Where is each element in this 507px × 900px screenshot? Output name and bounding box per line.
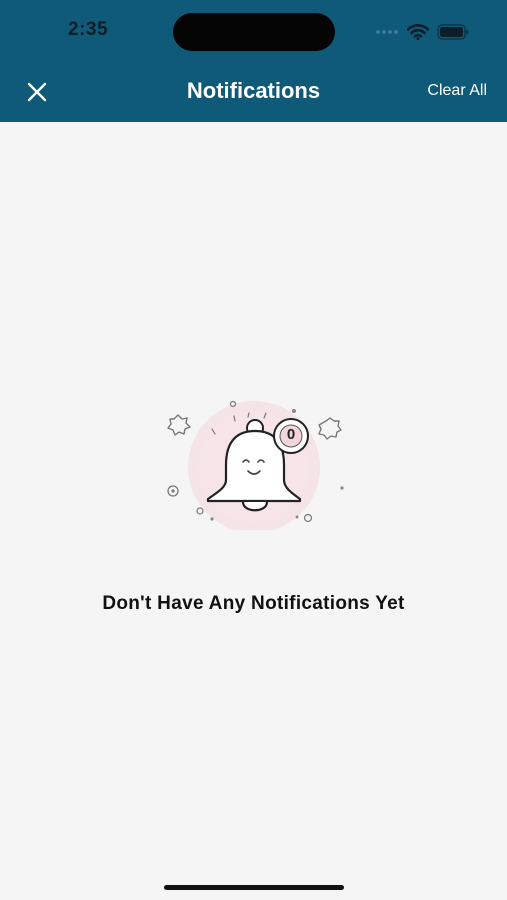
status-bar: 2:35 [0,0,507,62]
close-icon [27,82,47,102]
bell-icon [167,400,344,533]
status-time: 2:35 [68,19,109,40]
close-button[interactable] [20,75,54,109]
system-icons [375,22,469,42]
dynamic-island [173,13,335,51]
clear-all-button[interactable]: Clear All [427,82,487,100]
wifi-icon [407,24,429,40]
empty-state-message: Don't Have Any Notifications Yet [102,593,405,614]
battery-icon [437,24,468,40]
empty-state-illustration: 0 [160,395,350,533]
cellular-signal-icon [376,30,398,34]
home-indicator[interactable] [164,885,344,890]
app-header: 2:35 Notifications Clear All [0,0,507,122]
badge-count: 0 [286,426,296,443]
navigation-bar: Notifications Clear All [0,62,507,122]
